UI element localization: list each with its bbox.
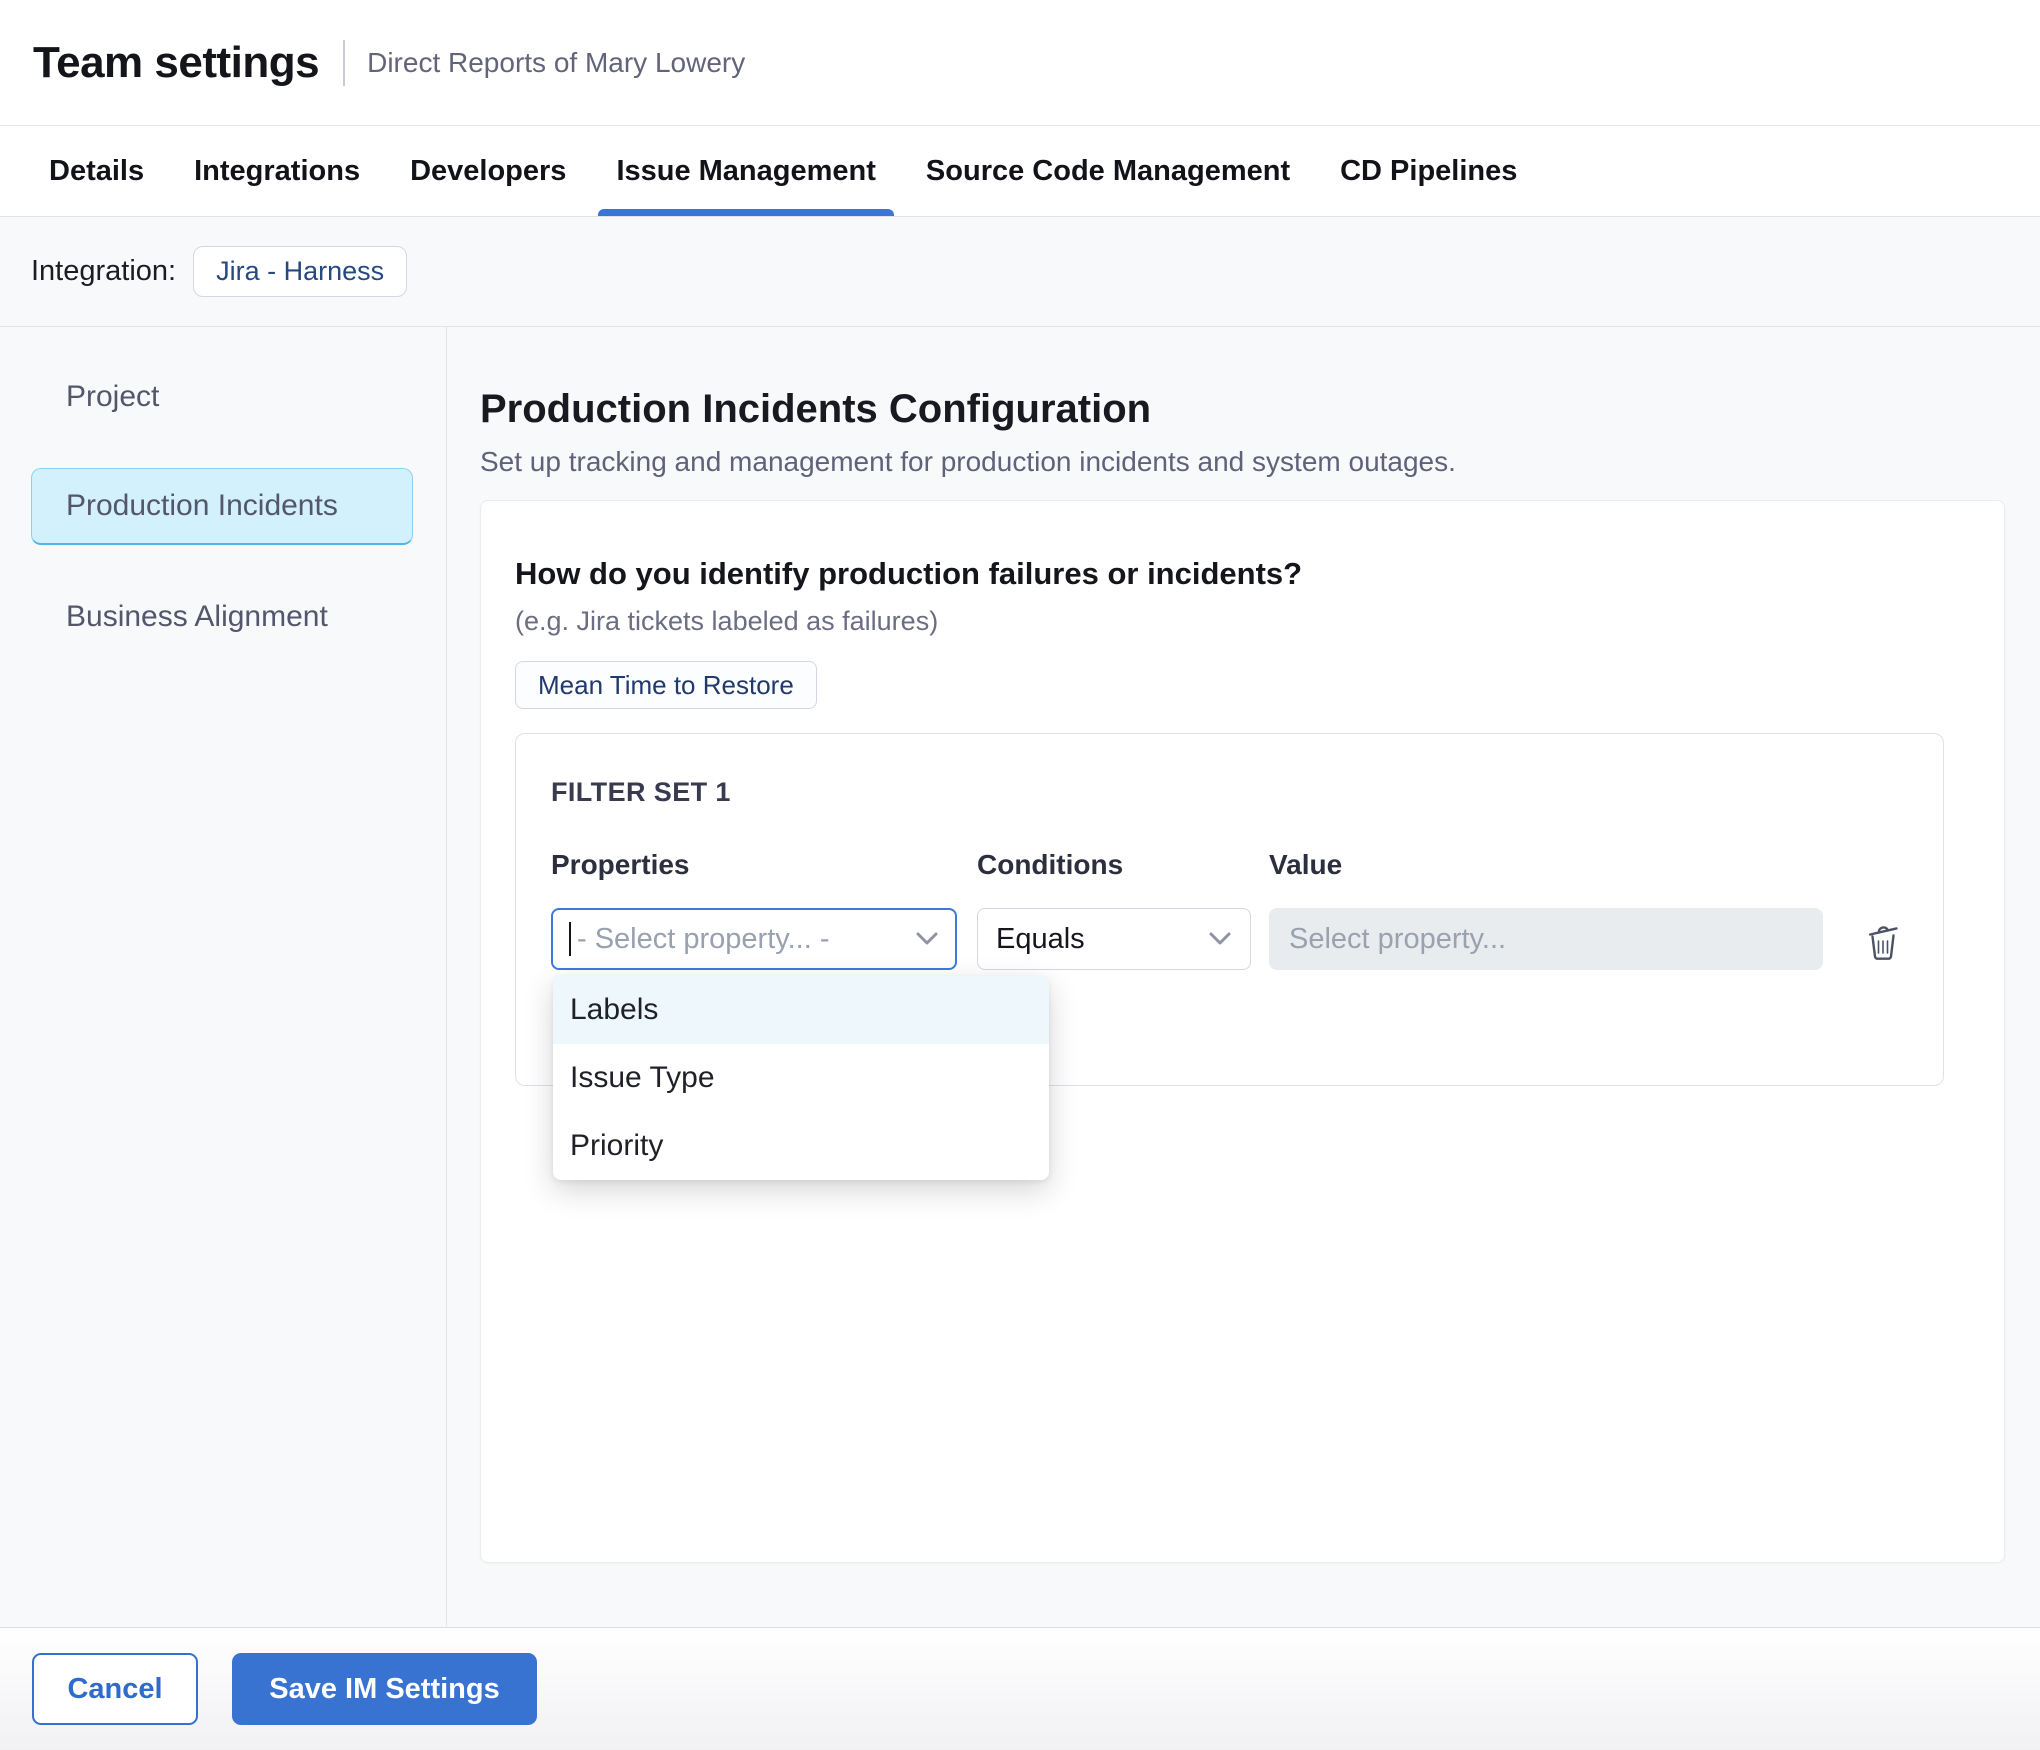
tab-source-code-management[interactable]: Source Code Management: [926, 126, 1290, 216]
tab-cd-pipelines[interactable]: CD Pipelines: [1340, 126, 1517, 216]
dropdown-option-issue-type[interactable]: Issue Type: [553, 1044, 1049, 1112]
tab-details[interactable]: Details: [49, 126, 144, 216]
section-subtitle: Set up tracking and management for produ…: [480, 445, 2040, 479]
integration-chip-jira-harness[interactable]: Jira - Harness: [193, 246, 407, 297]
mean-time-to-restore-chip[interactable]: Mean Time to Restore: [515, 661, 817, 709]
dropdown-option-labels[interactable]: Labels: [553, 976, 1049, 1044]
sidebar-item-business-alignment[interactable]: Business Alignment: [31, 578, 413, 655]
dropdown-option-priority[interactable]: Priority: [553, 1112, 1049, 1180]
tab-integrations[interactable]: Integrations: [194, 126, 360, 216]
question-hint: (e.g. Jira tickets labeled as failures): [515, 604, 1970, 638]
title-divider: [343, 40, 345, 86]
settings-tab-bar: Details Integrations Developers Issue Ma…: [0, 126, 2040, 217]
section-title: Production Incidents Configuration: [480, 385, 2040, 433]
footer-action-bar: Cancel Save IM Settings: [0, 1627, 2040, 1750]
cancel-button[interactable]: Cancel: [32, 1653, 198, 1725]
integration-row: Integration: Jira - Harness: [0, 217, 2040, 327]
filter-set-panel: FILTER SET 1 Properties - Select propert…: [515, 733, 1944, 1086]
properties-column-label: Properties: [551, 848, 957, 882]
condition-select[interactable]: Equals: [977, 908, 1251, 970]
property-dropdown: Labels Issue Type Priority: [553, 976, 1049, 1180]
condition-select-value: Equals: [996, 923, 1085, 956]
sidebar-item-project[interactable]: Project: [31, 358, 413, 435]
content-area: Integration: Jira - Harness Project Prod…: [0, 217, 2040, 1627]
chevron-down-icon: [1208, 931, 1232, 947]
sidebar-item-production-incidents[interactable]: Production Incidents: [31, 468, 413, 545]
chevron-down-icon: [915, 931, 939, 947]
value-column-label: Value: [1269, 848, 1823, 882]
conditions-column-label: Conditions: [977, 848, 1251, 882]
value-input[interactable]: [1269, 908, 1823, 970]
page-header: Team settings Direct Reports of Mary Low…: [0, 0, 2040, 126]
integration-label: Integration:: [31, 255, 176, 288]
save-im-settings-button[interactable]: Save IM Settings: [232, 1653, 537, 1725]
property-select-placeholder: - Select property... -: [569, 922, 830, 956]
delete-filter-button[interactable]: [1859, 917, 1907, 965]
team-name-subtitle: Direct Reports of Mary Lowery: [367, 47, 745, 79]
text-cursor: [569, 922, 571, 956]
trash-icon: [1863, 920, 1903, 962]
question-heading: How do you identify production failures …: [515, 555, 1970, 593]
tab-developers[interactable]: Developers: [410, 126, 566, 216]
main-panel: Production Incidents Configuration Set u…: [447, 327, 2040, 1626]
page-title: Team settings: [33, 38, 319, 88]
tab-issue-management[interactable]: Issue Management: [616, 126, 875, 216]
property-select[interactable]: - Select property... -: [551, 908, 957, 970]
incidents-config-card: How do you identify production failures …: [480, 500, 2005, 1563]
filter-set-title: FILTER SET 1: [551, 776, 1907, 808]
settings-sidebar: Project Production Incidents Business Al…: [0, 327, 447, 1626]
